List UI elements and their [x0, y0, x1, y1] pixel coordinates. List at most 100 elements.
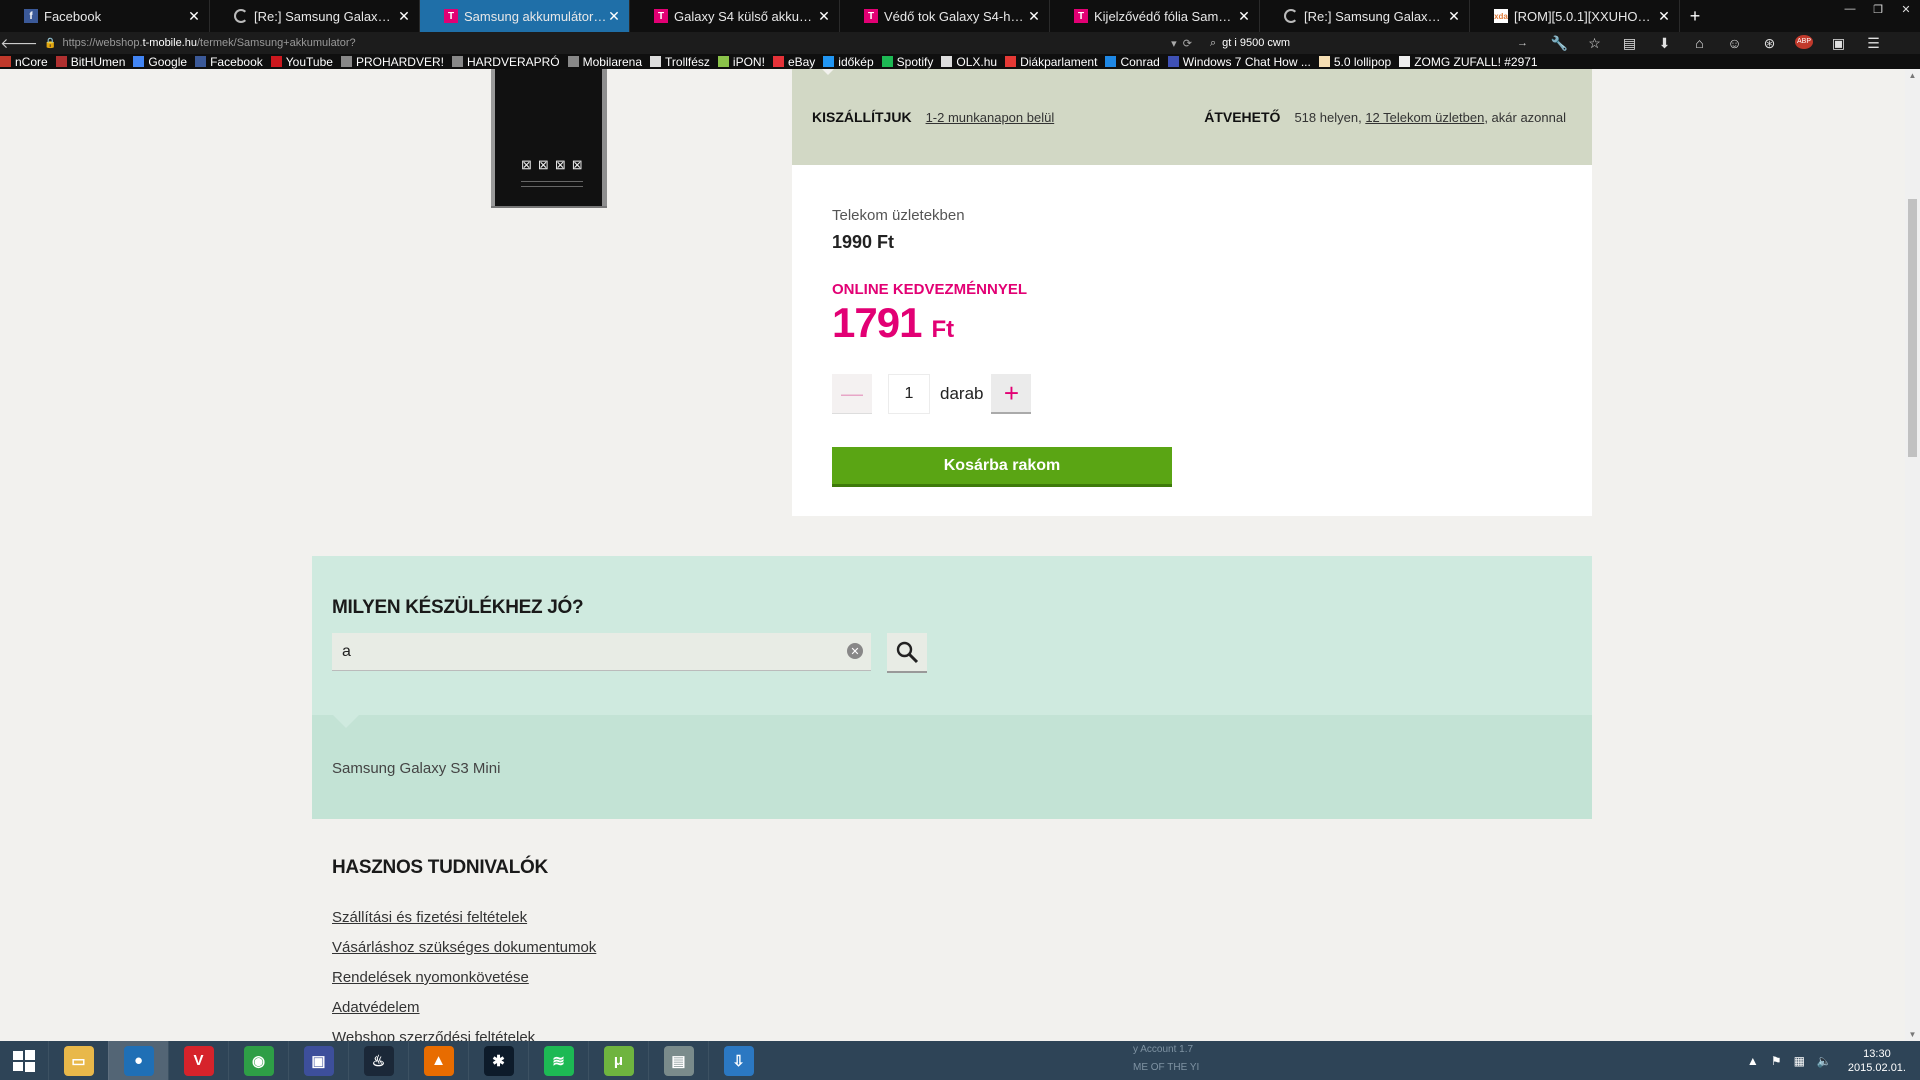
info-link[interactable]: Rendelések nyomonkövetése — [332, 969, 596, 999]
clear-input-icon[interactable]: ✕ — [847, 643, 863, 659]
quantity-input[interactable]: 1 — [888, 374, 930, 414]
scroll-down-icon[interactable]: ▼ — [1905, 1030, 1920, 1039]
flag-icon[interactable]: ⚑ — [1771, 1054, 1782, 1068]
restore-icon[interactable]: ❐ — [1864, 0, 1892, 18]
close-tab-icon[interactable]: ✕ — [607, 8, 621, 25]
taskbar-app[interactable]: V — [168, 1041, 228, 1080]
info-link[interactable]: Vásárláshoz szükséges dokumentumok — [332, 939, 596, 969]
browser-tab[interactable]: f Facebook ✕ — [0, 0, 210, 32]
tab-title: Védő tok Galaxy S4-hez - T... — [884, 8, 1027, 24]
bookmark-star-icon[interactable]: ☆ — [1577, 35, 1612, 52]
bookmark-item[interactable]: Google — [133, 55, 187, 69]
window-controls: — ❐ ✕ — [1836, 0, 1920, 18]
sync-icon[interactable]: ⊛ — [1752, 35, 1787, 52]
bookmark-item[interactable]: Trollfész — [650, 55, 710, 69]
taskbar-app[interactable]: ♨ — [348, 1041, 408, 1080]
taskbar-app[interactable]: ≋ — [528, 1041, 588, 1080]
clock[interactable]: 13:30 2015.02.01. — [1848, 1047, 1906, 1075]
bookmark-item[interactable]: Facebook — [195, 55, 263, 69]
browser-tab[interactable]: [Re:] Samsung Galaxy S4 - ...✕ — [1260, 0, 1470, 32]
add-to-cart-button[interactable]: Kosárba rakom — [832, 447, 1172, 487]
bookmark-item[interactable]: Conrad — [1105, 55, 1160, 69]
reload-icon[interactable]: ▾ ⟳ — [1171, 37, 1198, 50]
tools-icon[interactable]: 🔧 — [1542, 35, 1577, 52]
taskbar-app[interactable]: μ — [588, 1041, 648, 1080]
bookmark-item[interactable]: BitHUmen — [55, 55, 125, 69]
delivery-time-link[interactable]: 1-2 munkanapon belül — [926, 110, 1055, 125]
bookmark-item[interactable]: eBay — [772, 55, 815, 69]
back-button[interactable]: 🡐 — [0, 35, 38, 52]
bookmark-item[interactable]: nCore — [0, 55, 48, 69]
device-search-button[interactable] — [887, 633, 927, 673]
browser-tab[interactable]: T Védő tok Galaxy S4-hez - T...✕ — [840, 0, 1050, 32]
compatibility-section: MILYEN KÉSZÜLÉKHEZ JÓ? a ✕ Samsung Galax… — [312, 556, 1592, 819]
compatibility-title: MILYEN KÉSZÜLÉKHEZ JÓ? — [332, 597, 584, 618]
taskbar-app[interactable]: ⇩ — [708, 1041, 768, 1080]
browser-tab[interactable]: T Samsung akkumulátor - Te...✕ — [420, 0, 630, 32]
useful-info-title: HASZNOS TUDNIVALÓK — [332, 857, 548, 878]
compatibility-results: Samsung Galaxy S3 Mini — [312, 714, 1592, 819]
bookmark-item[interactable]: ZOMG ZUFALL! #2971 — [1399, 55, 1538, 69]
bookmarks-bar: nCore BitHUmen Google Facebook YouTube PROHAR… — [0, 54, 1920, 69]
chat-icon[interactable]: ☺ — [1717, 35, 1752, 52]
browser-tab[interactable]: [Re:] Samsung Galaxy S4 - ...✕ — [210, 0, 420, 32]
steam-icon: ♨ — [363, 1045, 394, 1076]
search-go-icon[interactable]: → — [1517, 37, 1534, 49]
browser-tab[interactable]: T Galaxy S4 külső akkumulát...✕ — [630, 0, 840, 32]
bookmark-item[interactable]: HARDVERAPRÓ — [451, 55, 560, 69]
info-link[interactable]: Webshop szerződési feltételek — [332, 1029, 596, 1041]
scrollbar-thumb[interactable] — [1908, 199, 1917, 457]
close-tab-icon[interactable]: ✕ — [397, 8, 411, 25]
addon-icon[interactable]: ▣ — [1821, 35, 1856, 52]
page-scrollbar[interactable]: ▲ ▼ — [1905, 69, 1920, 1041]
bookmark-item[interactable]: PROHARDVER! — [340, 55, 444, 69]
new-tab-button[interactable]: + — [1680, 0, 1710, 32]
bookmark-item[interactable]: 5.0 lollipop — [1318, 55, 1391, 69]
tray-expand-icon[interactable]: ▲ — [1747, 1054, 1759, 1068]
network-icon[interactable]: ▦ — [1794, 1054, 1805, 1068]
close-tab-icon[interactable]: ✕ — [1237, 8, 1251, 25]
close-tab-icon[interactable]: ✕ — [817, 8, 831, 25]
info-link[interactable]: Szállítási és fizetési feltételek — [332, 909, 596, 939]
tab-title: Kijelzővédő fólia Samsung ... — [1094, 8, 1237, 24]
browser-tab[interactable]: T Kijelzővédő fólia Samsung ...✕ — [1050, 0, 1260, 32]
bookmark-item[interactable]: iPON! — [717, 55, 765, 69]
bookmark-item[interactable]: Mobilarena — [567, 55, 642, 69]
url-bar[interactable]: 🔒 https://webshop. t-mobile.hu/termek/Sam… — [38, 33, 1198, 53]
close-tab-icon[interactable]: ✕ — [1657, 8, 1671, 25]
search-bar[interactable]: ⌕ gt i 9500 cwm → — [1204, 33, 1534, 53]
bookmark-item[interactable]: Windows 7 Chat How ... — [1167, 55, 1311, 69]
bookmark-item[interactable]: Spotify — [881, 55, 933, 69]
menu-icon[interactable]: ☰ — [1856, 35, 1891, 52]
browser-tab[interactable]: xda [ROM][5.0.1][XXUHOA7][3...✕ — [1470, 0, 1680, 32]
taskbar-app[interactable]: ▤ — [648, 1041, 708, 1080]
volume-icon[interactable]: 🔈 — [1817, 1054, 1832, 1068]
close-tab-icon[interactable]: ✕ — [1027, 8, 1041, 25]
close-tab-icon[interactable]: ✕ — [1447, 8, 1461, 25]
device-search-input[interactable]: a ✕ — [332, 633, 871, 671]
taskbar-app[interactable]: ◉ — [228, 1041, 288, 1080]
tab-title: Galaxy S4 külső akkumulát... — [674, 8, 817, 24]
bookmark-item[interactable]: Diákparlament — [1005, 55, 1097, 69]
adblock-icon[interactable]: ABP — [1795, 34, 1813, 49]
close-window-icon[interactable]: ✕ — [1892, 0, 1920, 18]
quantity-decrease-button[interactable]: — — [832, 374, 872, 414]
taskbar-app[interactable]: ▣ — [288, 1041, 348, 1080]
home-icon[interactable]: ⌂ — [1682, 35, 1717, 52]
info-link[interactable]: Adatvédelem — [332, 999, 596, 1029]
start-button[interactable] — [0, 1041, 48, 1080]
taskbar-app[interactable]: ● — [108, 1041, 168, 1080]
scroll-up-icon[interactable]: ▲ — [1905, 71, 1920, 80]
bookmark-item[interactable]: YouTube — [270, 55, 333, 69]
reading-list-icon[interactable]: ▤ — [1612, 35, 1647, 52]
downloads-icon[interactable]: ⬇ — [1647, 35, 1682, 52]
taskbar-app[interactable]: ✱ — [468, 1041, 528, 1080]
minimize-icon[interactable]: — — [1836, 0, 1864, 18]
taskbar-app[interactable]: ▭ — [48, 1041, 108, 1080]
quantity-increase-button[interactable]: + — [991, 374, 1032, 414]
bookmark-item[interactable]: időkép — [823, 55, 874, 69]
pickup-store-link[interactable]: 12 Telekom üzletben — [1365, 110, 1484, 125]
close-tab-icon[interactable]: ✕ — [187, 8, 201, 25]
taskbar-app[interactable]: ▲ — [408, 1041, 468, 1080]
bookmark-item[interactable]: OLX.hu — [941, 55, 997, 69]
